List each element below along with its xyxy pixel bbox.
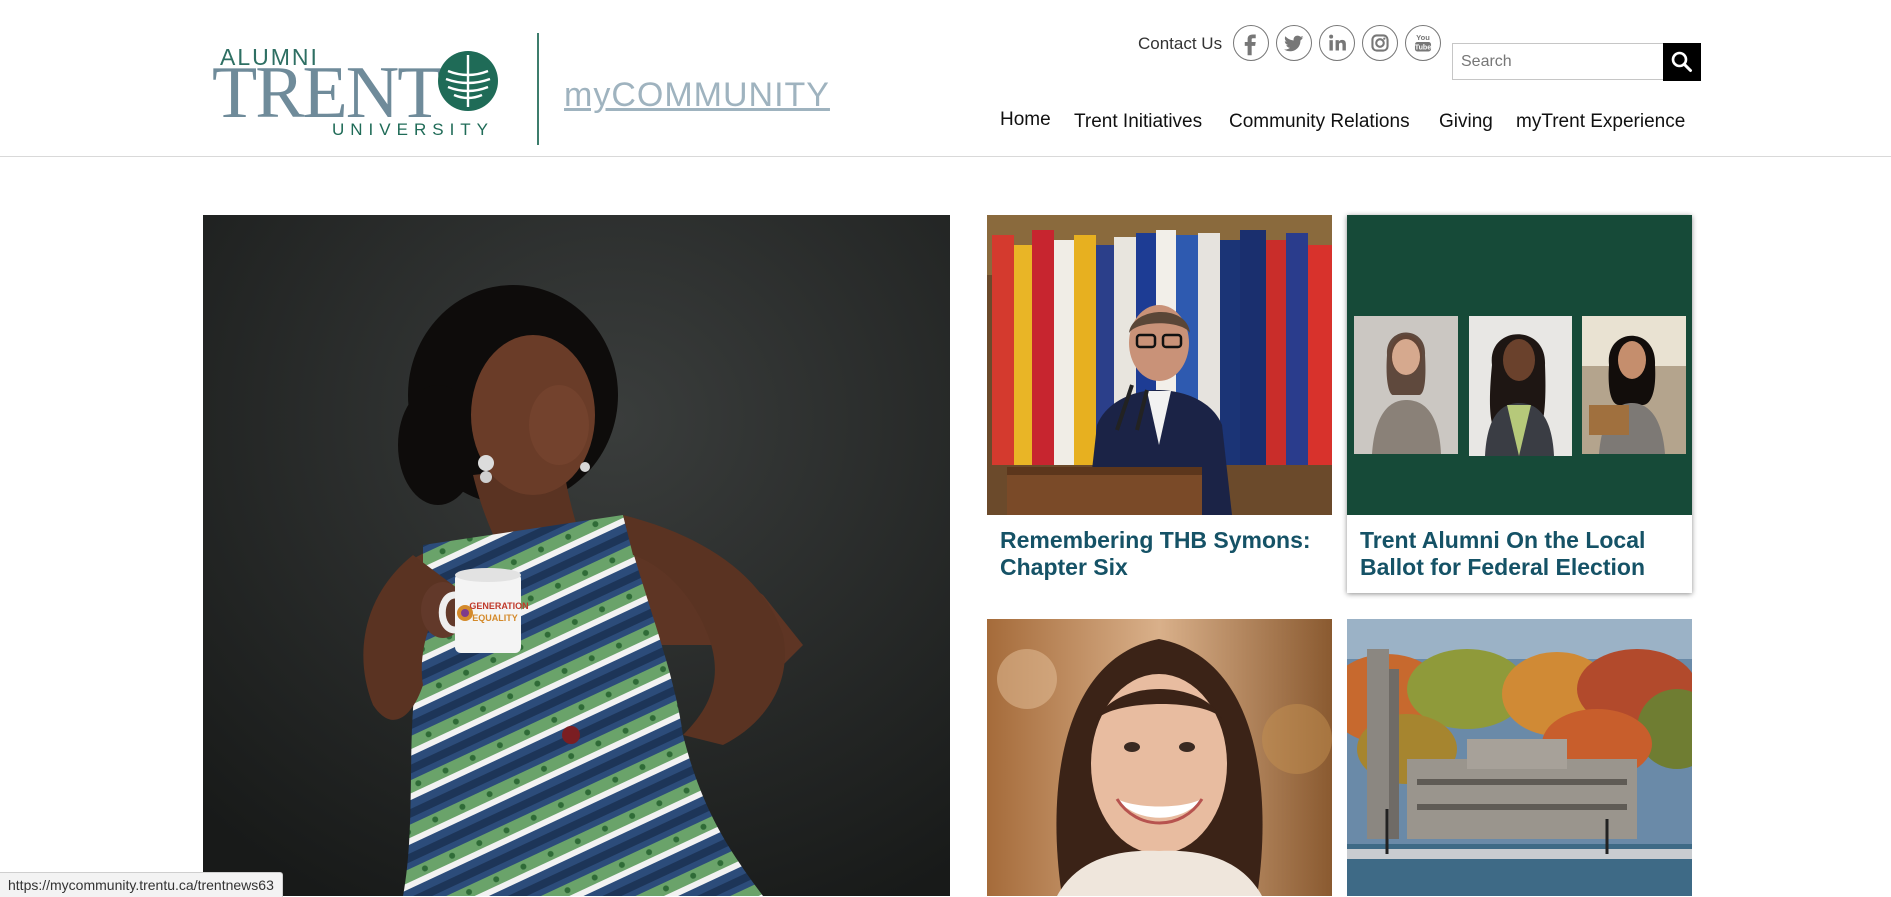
nav-trent-initiatives[interactable]: Trent Initiatives [1074,111,1202,133]
svg-text:You: You [1416,33,1430,42]
news-card-local-ballot[interactable]: Trent Alumni On the Local Ballot for Fed… [1347,215,1692,593]
facebook-icon[interactable] [1233,25,1269,61]
nav-giving[interactable]: Giving [1439,111,1493,133]
search-icon [1671,51,1692,72]
smiling-young-woman-portrait-photo [987,619,1332,896]
logo-divider [537,33,539,145]
svg-text:EQUALITY: EQUALITY [472,613,518,623]
search-input[interactable] [1452,43,1664,80]
speaker-podium-flags-photo [987,215,1332,515]
status-bar-url: https://mycommunity.trentu.ca/trentnews6… [0,872,283,897]
search-button[interactable] [1663,43,1701,81]
site-name-mycommunity[interactable]: myCOMMUNITY [564,76,830,115]
site-header: ALUMNI TRENT UNIVERSITY myCOMMUNITY Cont… [0,0,1891,157]
card-title: Trent Alumni On the Local Ballot for Fed… [1360,527,1646,580]
logo-trent-text: TRENT [212,52,442,134]
contact-us-link[interactable]: Contact Us [1138,34,1222,54]
campus-buildings-autumn-photo [1347,619,1692,896]
instagram-icon[interactable] [1362,25,1398,61]
card-title: Remembering THB Symons: Chapter Six [1000,527,1311,580]
nav-community-relations[interactable]: Community Relations [1229,111,1410,133]
youtube-icon[interactable]: You Tube [1405,25,1441,61]
svg-text:Tube: Tube [1415,44,1431,52]
trent-emblem-icon [436,49,500,113]
hero-feature-image[interactable]: GENERATION EQUALITY [203,215,950,896]
three-candidate-portraits-photo [1347,215,1692,515]
twitter-icon[interactable] [1276,25,1312,61]
news-card-portrait[interactable] [987,619,1332,896]
mug-print-text: GENERATION [469,601,528,611]
nav-mytrent-experience[interactable]: myTrent Experience [1516,111,1685,133]
news-card-campus[interactable] [1347,619,1692,896]
logo-university-text: UNIVERSITY [332,120,495,139]
trent-alumni-logo[interactable]: ALUMNI TRENT UNIVERSITY [212,44,512,144]
news-card-thb-symons[interactable]: Remembering THB Symons: Chapter Six [987,215,1332,593]
linkedin-icon[interactable] [1319,25,1355,61]
nav-home[interactable]: Home [1000,109,1051,131]
